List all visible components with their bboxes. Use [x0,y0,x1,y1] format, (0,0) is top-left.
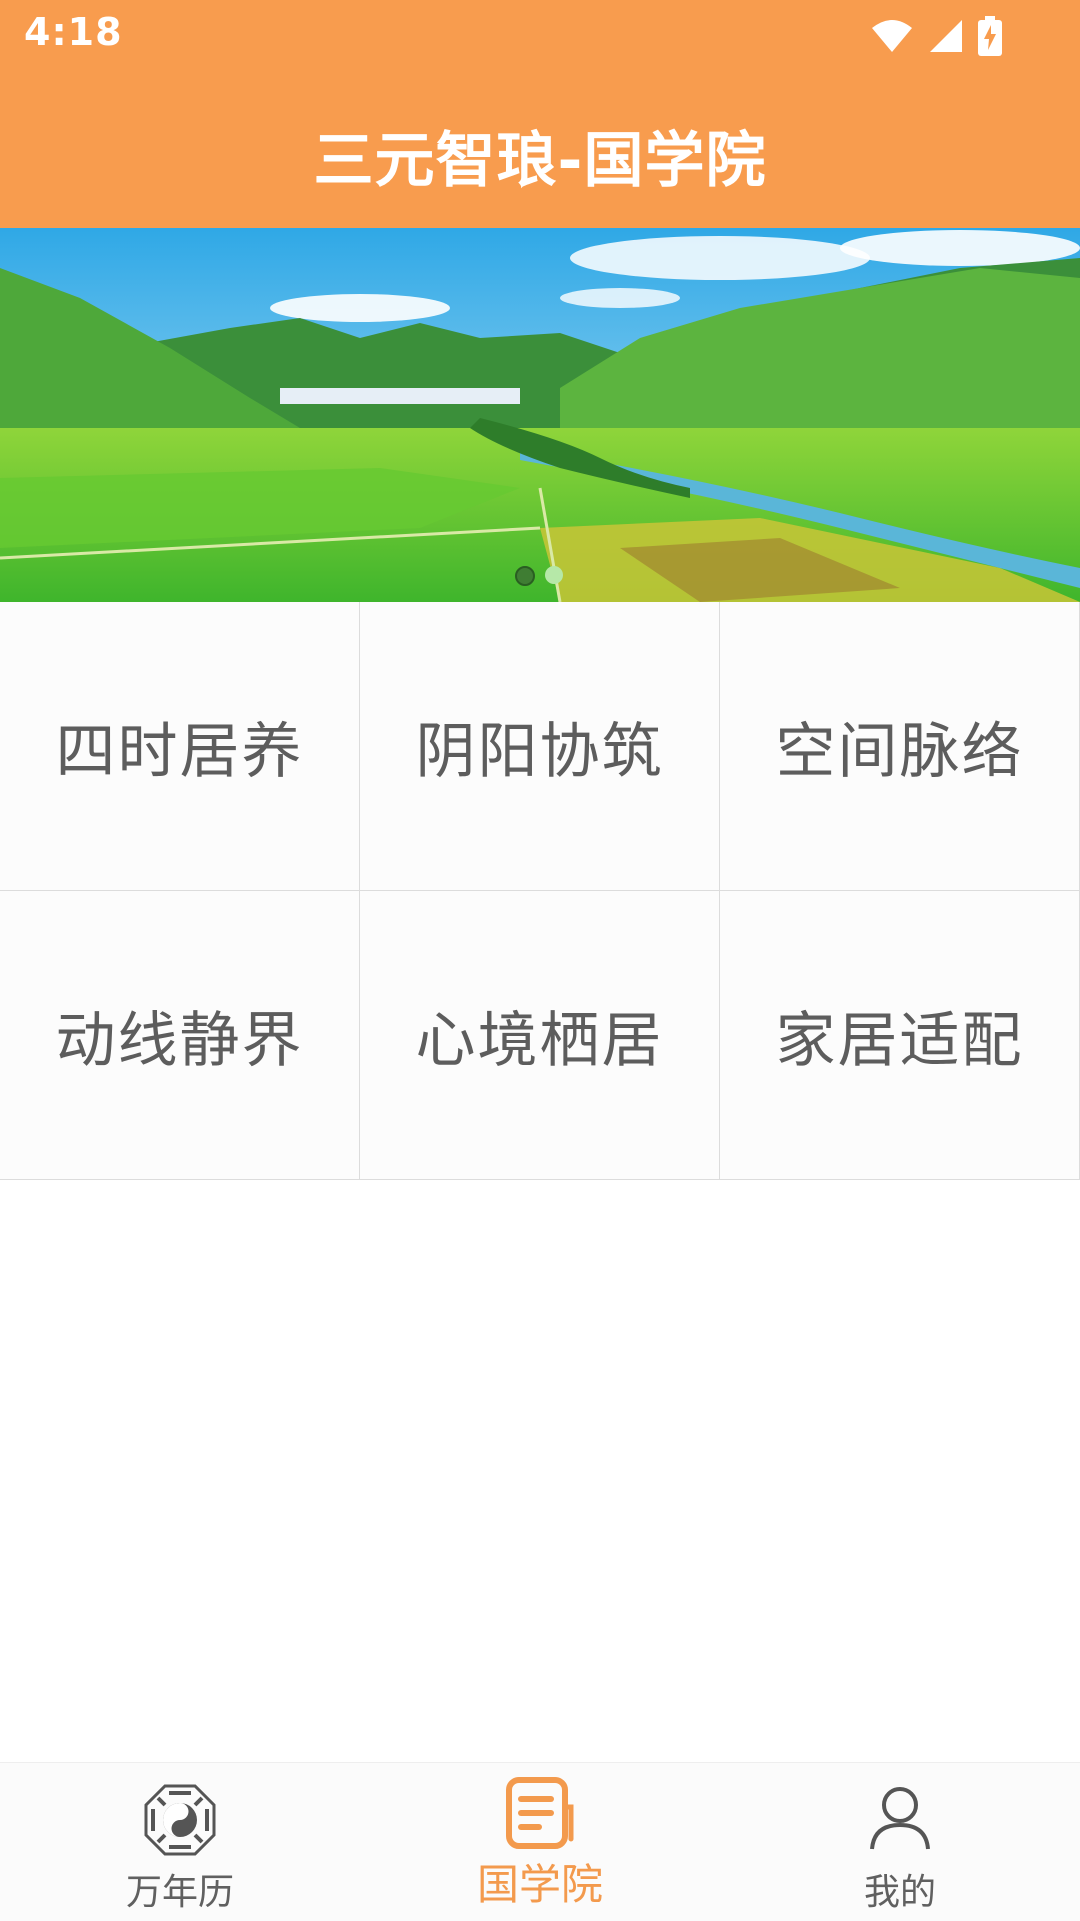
nav-item-profile[interactable]: 我的 [720,1763,1080,1921]
banner-dot[interactable] [545,566,563,584]
battery-charging-icon [978,16,1002,56]
bottom-navigation: 万年历 国学院 我的 [0,1762,1080,1921]
banner-dot-active[interactable] [515,566,535,586]
nav-item-calendar[interactable]: 万年历 [0,1763,360,1921]
landscape-image [0,228,1080,602]
grid-item-kongjianmailuo[interactable]: 空间脉络 [720,602,1080,891]
nav-item-academy[interactable]: 国学院 [360,1763,720,1921]
grid-item-yinyangxiezhu[interactable]: 阴阳协筑 [360,602,720,891]
cell-signal-icon [930,20,962,52]
status-icons [870,14,1002,58]
nav-label-academy: 国学院 [476,1860,603,1909]
nav-label-profile: 我的 [863,1872,936,1913]
banner-carousel[interactable] [0,228,1080,602]
status-time: 4:18 [24,10,123,54]
user-icon [870,1787,930,1850]
banner-pagination [515,566,563,586]
bagua-icon [144,1784,216,1856]
page-title: 三元智琅-国学院 [313,126,767,196]
grid-item-xinjingqiju[interactable]: 心境栖居 [360,891,720,1180]
wifi-icon [872,20,912,52]
nav-label-calendar: 万年历 [125,1872,234,1913]
grid-item-jiajushipei[interactable]: 家居适配 [720,891,1080,1180]
grid-item-dongxianjingjie[interactable]: 动线静界 [0,891,360,1180]
grid-item-sishijuyang[interactable]: 四时居养 [0,602,360,891]
app-header: 4:18 三元智琅-国学院 [0,0,1080,228]
document-icon [506,1777,574,1849]
category-grid: 四时居养 阴阳协筑 空间脉络 动线静界 心境栖居 家居适配 [0,602,1080,1180]
